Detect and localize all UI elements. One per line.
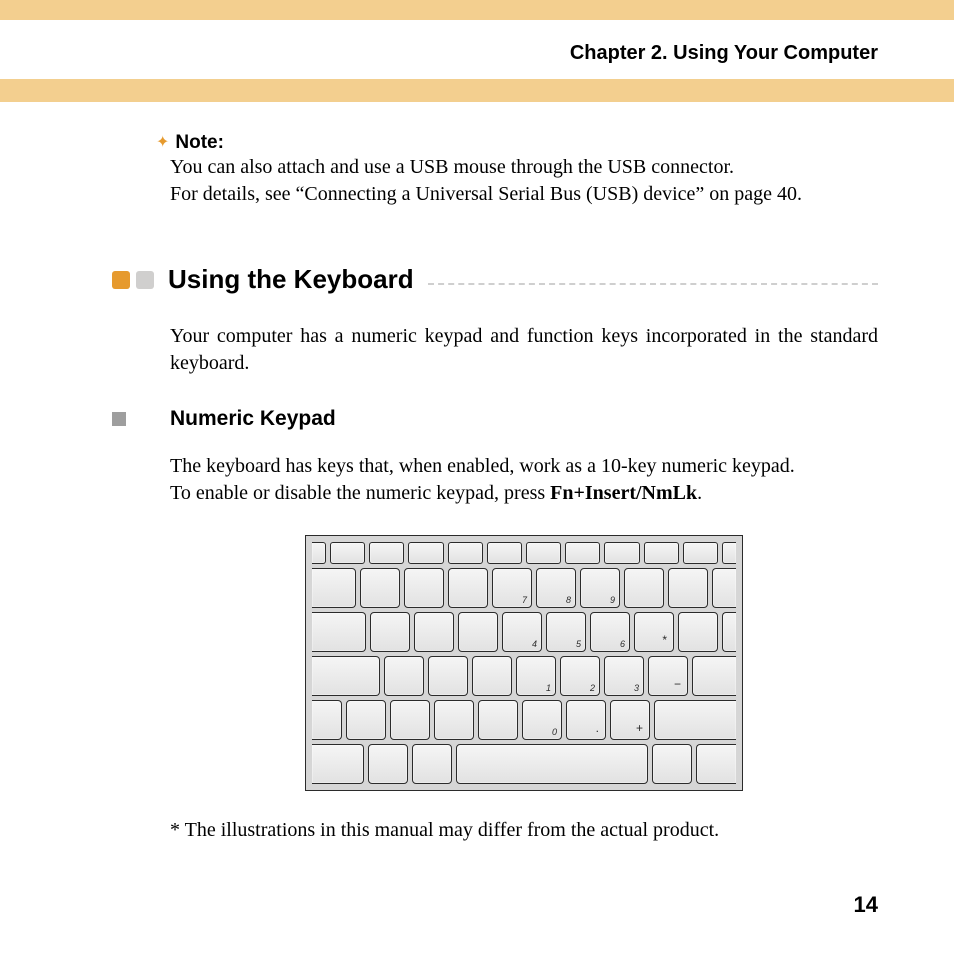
key-star: * <box>634 612 674 652</box>
key-fn <box>644 542 679 564</box>
key-5: 5 <box>546 612 586 652</box>
kbd-row-space <box>312 744 736 784</box>
key-edge <box>312 656 380 696</box>
key-fn <box>565 542 600 564</box>
key-blank <box>624 568 664 608</box>
key-edge <box>312 700 342 740</box>
note-text-2: For details, see “Connecting a Universal… <box>170 181 878 208</box>
kbd-row-fn <box>312 542 736 564</box>
key-minus: − <box>648 656 688 696</box>
key-fn <box>683 542 718 564</box>
subsection-body: The keyboard has keys that, when enabled… <box>170 453 878 507</box>
key-edge <box>312 744 364 784</box>
key-edge <box>712 568 736 608</box>
key-0: 0 <box>522 700 562 740</box>
key <box>434 700 474 740</box>
key-2: 2 <box>560 656 600 696</box>
key-1: 1 <box>516 656 556 696</box>
key <box>370 612 410 652</box>
key <box>652 744 692 784</box>
header-band: Chapter 2. Using Your Computer <box>0 0 954 102</box>
key-edge <box>312 612 366 652</box>
key-fn <box>448 542 483 564</box>
note-text-1: You can also attach and use a USB mouse … <box>170 154 878 181</box>
key-3: 3 <box>604 656 644 696</box>
key <box>668 568 708 608</box>
key-fn <box>408 542 443 564</box>
key <box>458 612 498 652</box>
key-edge <box>312 568 356 608</box>
section-heading-row: Using the Keyboard <box>112 264 878 295</box>
key-plus: + <box>610 700 650 740</box>
kbd-row-1: 7 8 9 <box>312 568 736 608</box>
subheading-row: Numeric Keypad <box>112 407 878 431</box>
numeric-para-1: The keyboard has keys that, when enabled… <box>170 453 878 480</box>
key-fn-edge <box>312 542 326 564</box>
kbd-row-4: 0 . + <box>312 700 736 740</box>
key-fn <box>604 542 639 564</box>
para2-prefix: To enable or disable the numeric keypad,… <box>170 482 550 504</box>
key-combo: Fn+Insert/NmLk <box>550 482 697 504</box>
page-number: 14 <box>854 892 878 918</box>
header-inner: Chapter 2. Using Your Computer <box>0 20 954 79</box>
key <box>390 700 430 740</box>
section-heading: Using the Keyboard <box>168 264 414 295</box>
chapter-title: Chapter 2. Using Your Computer <box>570 42 878 64</box>
section-intro: Your computer has a numeric keypad and f… <box>170 323 878 377</box>
key <box>346 700 386 740</box>
key-fn <box>526 542 561 564</box>
keyboard-illustration: 7 8 9 4 5 6 * <box>305 535 743 791</box>
key <box>412 744 452 784</box>
key-edge <box>654 700 736 740</box>
subheading: Numeric Keypad <box>170 407 336 431</box>
key <box>360 568 400 608</box>
key-edge <box>696 744 736 784</box>
key <box>368 744 408 784</box>
keyboard-body: 7 8 9 4 5 6 * <box>305 535 743 791</box>
kbd-row-3: 1 2 3 − <box>312 656 736 696</box>
numeric-para-2: To enable or disable the numeric keypad,… <box>170 480 878 507</box>
key-fn <box>487 542 522 564</box>
key <box>414 612 454 652</box>
key-fn <box>330 542 365 564</box>
illustration-footnote: * The illustrations in this manual may d… <box>170 817 878 844</box>
key-spacebar <box>456 744 648 784</box>
bullet-square-orange-icon <box>112 271 130 289</box>
page-content: ✦ Note: You can also attach and use a US… <box>0 102 954 844</box>
key-dot: . <box>566 700 606 740</box>
subhead-square-icon <box>112 412 126 426</box>
key <box>404 568 444 608</box>
key-fn-edge <box>722 542 736 564</box>
kbd-row-2: 4 5 6 * <box>312 612 736 652</box>
key <box>384 656 424 696</box>
key-7: 7 <box>492 568 532 608</box>
key-fn <box>369 542 404 564</box>
key <box>472 656 512 696</box>
key <box>678 612 718 652</box>
para2-suffix: . <box>697 482 702 504</box>
key <box>448 568 488 608</box>
key-9: 9 <box>580 568 620 608</box>
key-edge <box>692 656 736 696</box>
key <box>478 700 518 740</box>
key-8: 8 <box>536 568 576 608</box>
heading-dash-line <box>428 283 878 285</box>
note-diamond-icon: ✦ <box>156 132 169 152</box>
heading-bullets <box>112 271 154 289</box>
key-6: 6 <box>590 612 630 652</box>
key-4: 4 <box>502 612 542 652</box>
bullet-square-grey-icon <box>136 271 154 289</box>
note-label: Note: <box>175 132 224 154</box>
note-block: ✦ Note: You can also attach and use a US… <box>170 132 878 208</box>
key <box>428 656 468 696</box>
key-edge <box>722 612 736 652</box>
